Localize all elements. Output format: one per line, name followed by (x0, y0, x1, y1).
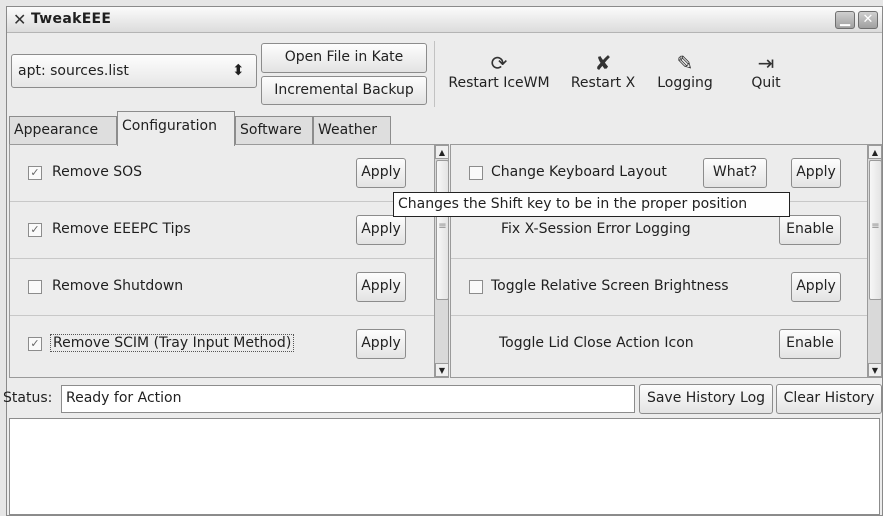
open-file-in-kate-button[interactable]: Open File in Kate (261, 43, 427, 73)
grip-icon: ≡ (871, 221, 880, 232)
minimize-icon: ▁ (840, 12, 850, 27)
logging-button[interactable]: ✎ Logging (651, 51, 719, 91)
toggle-brightness-checkbox[interactable] (469, 280, 483, 294)
left-panel-scrollbar[interactable]: ▲ ≡ ▼ (434, 145, 448, 377)
app-icon: ✕ (13, 10, 27, 29)
tab-weather[interactable]: Weather (313, 116, 391, 145)
main-window: ✕ TweakEEE ▁ ✕ apt: sources.list ⬍ Open … (3, 6, 883, 516)
minimize-button[interactable]: ▁ (835, 11, 855, 29)
clear-history-button[interactable]: Clear History (776, 384, 882, 414)
change-keyboard-layout-apply-button[interactable]: Apply (791, 158, 841, 188)
remove-shutdown-apply-button[interactable]: Apply (356, 272, 406, 302)
remove-shutdown-checkbox[interactable] (28, 280, 42, 294)
list-item: Toggle Relative Screen Brightness Apply (451, 259, 867, 316)
fix-x-session-enable-button[interactable]: Enable (779, 215, 841, 245)
window-title: TweakEEE (31, 11, 112, 27)
remove-eeepc-tips-checkbox[interactable]: ✓ (28, 223, 42, 237)
restart-x-icon: ✘ (594, 51, 612, 75)
close-button[interactable]: ✕ (858, 11, 878, 29)
remove-shutdown-label: Remove Shutdown (52, 278, 184, 294)
list-item: Remove Shutdown Apply (10, 259, 434, 316)
remove-sos-label: Remove SOS (52, 164, 143, 180)
remove-scim-checkbox[interactable]: ✓ (28, 337, 42, 351)
left-scrollbar-thumb[interactable]: ≡ (436, 160, 448, 300)
config-file-value: apt: sources.list (18, 63, 129, 79)
what-button[interactable]: What? (703, 158, 767, 188)
save-history-log-button[interactable]: Save History Log (639, 384, 773, 414)
quit-label: Quit (751, 75, 781, 91)
scroll-up-arrow-icon[interactable]: ▲ (435, 145, 448, 159)
toggle-brightness-label: Toggle Relative Screen Brightness (491, 278, 729, 294)
restart-icewm-icon: ⟳ (490, 51, 508, 75)
remove-sos-apply-button[interactable]: Apply (356, 158, 406, 188)
scroll-down-arrow-icon[interactable]: ▼ (435, 363, 448, 377)
tab-software[interactable]: Software (235, 116, 313, 145)
config-file-select[interactable]: apt: sources.list ⬍ (11, 54, 257, 88)
logging-icon: ✎ (676, 51, 694, 75)
remove-scim-apply-button[interactable]: Apply (356, 329, 406, 359)
logging-label: Logging (657, 75, 713, 91)
right-tweaks-panel: Change Keyboard Layout What? Apply Fix X… (450, 144, 882, 378)
restart-icewm-button[interactable]: ⟳ Restart IceWM (443, 51, 555, 91)
remove-sos-checkbox[interactable]: ✓ (28, 166, 42, 180)
quit-button[interactable]: ⇥ Quit (741, 51, 791, 91)
toggle-brightness-apply-button[interactable]: Apply (791, 272, 841, 302)
scroll-up-arrow-icon[interactable]: ▲ (868, 145, 881, 159)
right-scrollbar-thumb[interactable]: ≡ (869, 160, 881, 300)
toggle-lid-close-action-icon-label: Toggle Lid Close Action Icon (499, 335, 694, 351)
remove-scim-label: Remove SCIM (Tray Input Method) (50, 334, 295, 352)
remove-eeepc-tips-apply-button[interactable]: Apply (356, 215, 406, 245)
quit-icon: ⇥ (757, 51, 775, 75)
tab-configuration[interactable]: Configuration (117, 111, 235, 146)
change-keyboard-layout-checkbox[interactable] (469, 166, 483, 180)
restart-x-label: Restart X (570, 75, 636, 91)
status-field[interactable]: Ready for Action (61, 385, 635, 413)
toolbar-divider (434, 41, 435, 107)
remove-eeepc-tips-label: Remove EEEPC Tips (52, 221, 191, 237)
list-item: ✓ Remove EEEPC Tips Apply (10, 202, 434, 259)
right-panel-scrollbar[interactable]: ▲ ≡ ▼ (867, 145, 881, 377)
list-item: Toggle Lid Close Action Icon Enable (451, 316, 867, 373)
restart-icewm-label: Restart IceWM (448, 75, 550, 91)
history-log-area[interactable] (9, 418, 880, 515)
list-item: ✓ Remove SOS Apply (10, 145, 434, 202)
title-bar[interactable]: ✕ TweakEEE ▁ ✕ (7, 7, 882, 33)
change-keyboard-layout-label: Change Keyboard Layout (491, 164, 667, 180)
chevron-updown-icon: ⬍ (232, 61, 245, 79)
list-item: ✓ Remove SCIM (Tray Input Method) Apply (10, 316, 434, 373)
close-icon: ✕ (862, 12, 874, 27)
incremental-backup-button[interactable]: Incremental Backup (261, 76, 427, 105)
fix-x-session-error-logging-label: Fix X-Session Error Logging (501, 221, 691, 237)
left-tweaks-panel: ✓ Remove SOS Apply ✓ Remove EEEPC Tips A… (9, 144, 449, 378)
keyboard-layout-tooltip: Changes the Shift key to be in the prope… (393, 192, 790, 217)
restart-x-button[interactable]: ✘ Restart X (561, 51, 645, 91)
status-label: Status: (3, 390, 53, 406)
toggle-lid-close-enable-button[interactable]: Enable (779, 329, 841, 359)
scroll-down-arrow-icon[interactable]: ▼ (868, 363, 881, 377)
tab-appearance[interactable]: Appearance (9, 116, 117, 145)
grip-icon: ≡ (438, 221, 447, 232)
